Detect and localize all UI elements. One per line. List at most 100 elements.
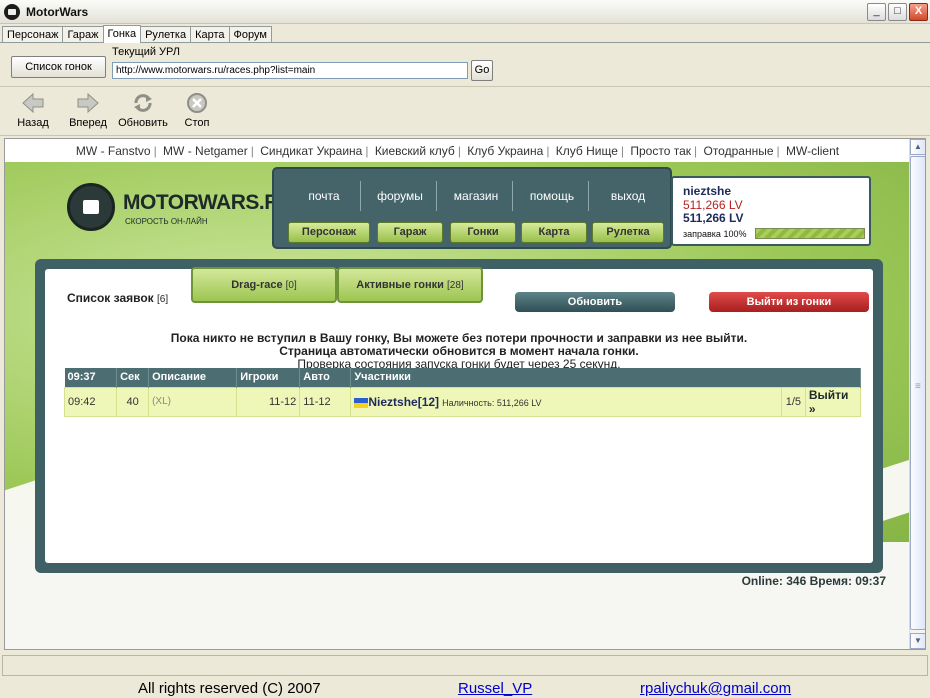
tab-garage[interactable]: Гараж xyxy=(62,26,104,43)
maximize-button[interactable]: □ xyxy=(888,3,907,21)
refresh-button[interactable]: Обновить xyxy=(117,92,169,129)
active-races-tab[interactable]: Активные гонки [28] xyxy=(337,267,483,303)
race-notice: Пока никто не вступил в Вашу гонку, Вы м… xyxy=(45,332,873,371)
back-button[interactable]: Назад xyxy=(7,92,59,129)
nav-link-exit[interactable]: выход xyxy=(592,189,664,203)
club-link[interactable]: MW-client xyxy=(786,144,839,158)
nav-button-garage[interactable]: Гараж xyxy=(377,222,443,243)
club-link[interactable]: Синдикат Украина xyxy=(260,144,362,158)
nav-button-roulette[interactable]: Рулетка xyxy=(592,222,664,243)
requests-tab[interactable]: Список заявок [6] xyxy=(67,291,168,305)
footer: All rights reserved (C) 2007 Russel_VP r… xyxy=(0,678,930,698)
nav-link-mail[interactable]: почта xyxy=(288,189,360,203)
col-participants: Участники xyxy=(350,368,861,387)
club-link[interactable]: Клуб Украина xyxy=(467,144,543,158)
close-button[interactable]: X xyxy=(909,3,928,21)
browser-viewport: MW - Fanstvo | MW - Netgamer | Синдикат Ук… xyxy=(4,138,926,650)
cell-players: 11-12 xyxy=(236,386,301,417)
online-status: Online: 346 Время: 09:37 xyxy=(741,574,886,588)
site-logo[interactable]: MOTORWARS.RU СКОРОСТЬ ОН-ЛАЙН xyxy=(67,183,294,233)
logo-text: MOTORWARS.RU xyxy=(123,191,294,214)
requests-tab-label: Список заявок xyxy=(67,291,154,305)
cell-auto: 11-12 xyxy=(299,386,352,417)
leave-row-link[interactable]: Выйти » xyxy=(804,386,862,417)
cell-sec: 40 xyxy=(116,386,150,417)
tab-forum[interactable]: Форум xyxy=(228,26,272,43)
forward-arrow-icon xyxy=(77,92,99,114)
nav-button-races[interactable]: Гонки xyxy=(450,222,516,243)
race-list-button[interactable]: Список гонок xyxy=(11,56,106,78)
participant-name[interactable]: Nieztshe[12] xyxy=(368,395,439,409)
stop-label: Стоп xyxy=(184,117,210,129)
nav-divider xyxy=(436,181,437,211)
club-link[interactable]: Клуб Нище xyxy=(556,144,618,158)
active-races-label: Активные гонки xyxy=(356,279,444,291)
scroll-down-icon[interactable]: ▼ xyxy=(910,633,925,649)
table-row: 09:42 40 (XL) 11-12 11-12 Nieztshe[12] Н… xyxy=(63,386,862,417)
forward-label: Вперед xyxy=(69,117,107,129)
back-label: Назад xyxy=(17,117,49,129)
club-link[interactable]: Отодранные xyxy=(703,144,773,158)
nav-link-help[interactable]: помощь xyxy=(516,189,588,203)
col-sec: Сек xyxy=(116,368,150,387)
website-content: MW - Fanstvo | MW - Netgamer | Синдикат Ук… xyxy=(5,139,910,649)
club-link[interactable]: MW - Netgamer xyxy=(163,144,248,158)
nav-divider xyxy=(512,181,513,211)
refresh-icon xyxy=(134,94,152,112)
race-table: 09:37 Сек Описание Игроки Авто Участники… xyxy=(63,368,862,417)
author-link[interactable]: Russel_VP xyxy=(458,680,532,697)
drag-race-tab[interactable]: Drag-race [0] xyxy=(191,267,337,303)
status-bar xyxy=(2,655,928,676)
nav-divider xyxy=(588,181,589,211)
minimize-button[interactable]: _ xyxy=(867,3,886,21)
cell-participant: Nieztshe[12] Наличность: 511,266 LV xyxy=(350,386,782,417)
scroll-up-icon[interactable]: ▲ xyxy=(910,139,925,155)
nav-button-map[interactable]: Карта xyxy=(521,222,587,243)
cell-desc: (XL) xyxy=(148,386,238,417)
drag-race-label: Drag-race xyxy=(231,279,283,291)
col-auto: Авто xyxy=(299,368,352,387)
go-button[interactable]: Go xyxy=(471,60,493,81)
username[interactable]: nieztshe xyxy=(683,184,731,198)
participant-cash: Наличность: 511,266 LV xyxy=(442,397,542,408)
window-title: MotorWars xyxy=(26,5,89,19)
refresh-label: Обновить xyxy=(118,117,168,129)
stop-button[interactable]: Стоп xyxy=(171,92,223,129)
title-bar: MotorWars _ □ X xyxy=(0,0,930,24)
stop-icon xyxy=(187,93,207,113)
col-time: 09:37 xyxy=(64,368,118,387)
forward-button[interactable]: Вперед xyxy=(62,92,114,129)
club-link[interactable]: Киевский клуб xyxy=(375,144,455,158)
logo-slogan: СКОРОСТЬ ОН-ЛАЙН xyxy=(125,217,208,226)
toolbar-divider xyxy=(0,86,930,87)
tab-character[interactable]: Персонаж xyxy=(2,26,64,43)
fuel-bar-fill xyxy=(756,229,864,238)
club-link[interactable]: Просто так xyxy=(630,144,691,158)
nav-divider xyxy=(360,181,361,211)
tab-roulette[interactable]: Рулетка xyxy=(140,26,192,43)
money-blue: 511,266 LV xyxy=(683,211,744,225)
refresh-race-button[interactable]: Обновить xyxy=(515,292,675,312)
nav-link-forums[interactable]: форумы xyxy=(364,189,436,203)
tab-race[interactable]: Гонка xyxy=(102,25,142,43)
url-input[interactable] xyxy=(112,62,468,79)
logo-emblem xyxy=(67,183,115,231)
leave-race-button[interactable]: Выйти из гонки xyxy=(709,292,869,312)
app-tabs: Персонаж Гараж Гонка Рулетка Карта Форум xyxy=(2,25,272,43)
col-players: Игроки xyxy=(236,368,301,387)
requests-count: [6] xyxy=(157,294,169,305)
toolbar-divider-bottom xyxy=(0,135,930,136)
club-link[interactable]: MW - Fanstvo xyxy=(76,144,151,158)
tab-map[interactable]: Карта xyxy=(190,26,230,43)
nav-link-shop[interactable]: магазин xyxy=(440,189,512,203)
vertical-scrollbar[interactable]: ▲ ▼ xyxy=(909,139,925,649)
col-desc: Описание xyxy=(148,368,238,387)
cell-slots: 1/5 xyxy=(780,386,806,417)
email-link[interactable]: rpaliychuk@gmail.com xyxy=(640,680,791,697)
table-header: 09:37 Сек Описание Игроки Авто Участники xyxy=(64,368,861,387)
nav-button-character[interactable]: Персонаж xyxy=(288,222,370,243)
app-icon xyxy=(4,4,20,20)
copyright-text: All rights reserved (C) 2007 xyxy=(138,680,321,697)
scroll-thumb[interactable] xyxy=(910,156,925,630)
url-label: Текущий УРЛ xyxy=(112,46,180,58)
